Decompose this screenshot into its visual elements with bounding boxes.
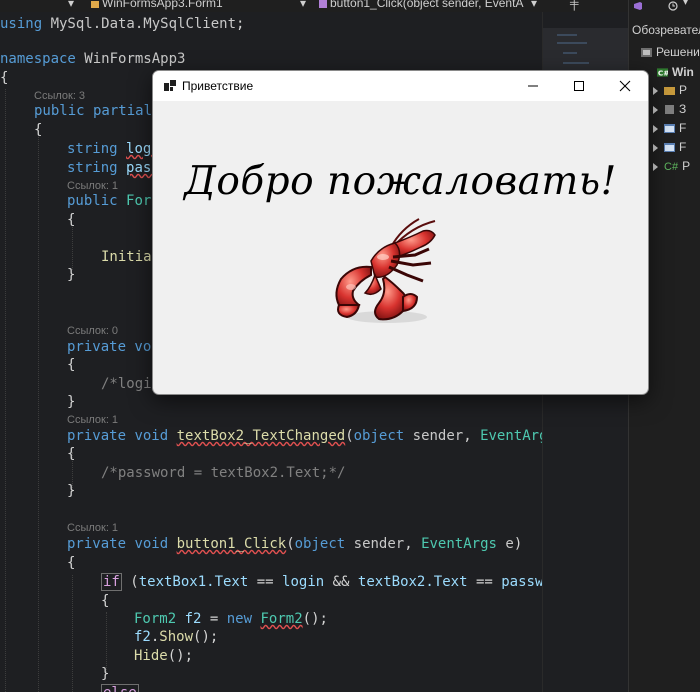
- code-line-field-pass: string pass: [67, 160, 160, 176]
- form-icon: [664, 124, 675, 134]
- member-label: button1_Click(object sender, EventA: [330, 0, 524, 10]
- class-dropdown-chevron[interactable]: ▾: [68, 0, 74, 10]
- indent-guide: [5, 89, 7, 692]
- history-icon[interactable]: [668, 1, 678, 11]
- code-line-hide: Hide();: [134, 648, 194, 664]
- code-line-show: f2.Show();: [134, 629, 219, 645]
- greeting-label: Добро пожаловать!: [184, 159, 617, 204]
- class-dropdown[interactable]: WinFormsApp3.Form1: [90, 0, 223, 10]
- member-dropdown[interactable]: button1_Click(object sender, EventA: [318, 0, 523, 10]
- csharp-file-icon: C#: [664, 161, 679, 173]
- indent-guide: [72, 575, 74, 692]
- close-button[interactable]: [602, 71, 648, 101]
- maximize-icon: [574, 81, 584, 91]
- visual-studio-icon: [634, 2, 642, 10]
- code-line-brace: {: [67, 446, 76, 462]
- codelens-references[interactable]: Ссылок: 0: [67, 324, 118, 338]
- csharp-project-icon: C#: [657, 68, 668, 77]
- code-line-brace: {: [67, 357, 76, 373]
- class-path-label: WinFormsApp3.Form1: [102, 0, 223, 10]
- solution-icon: [641, 48, 652, 58]
- code-line-brace: }: [67, 394, 76, 410]
- expand-icon[interactable]: [653, 86, 658, 95]
- window-titlebar[interactable]: Приветствие: [153, 71, 648, 101]
- indent-guide: [72, 225, 74, 270]
- explorer-node-item[interactable]: З: [653, 100, 686, 118]
- winforms-app-icon: [164, 80, 176, 91]
- code-line-using: using MySql.Data.MySqlClient;: [0, 16, 245, 32]
- code-line-namespace: namespace WinFormsApp3: [0, 51, 186, 67]
- code-line-initialize: Initia: [101, 249, 152, 265]
- indent-guide: [38, 130, 40, 692]
- member-dropdown-chevron-2[interactable]: ▾: [531, 0, 537, 10]
- explorer-node-form[interactable]: F: [653, 119, 686, 137]
- minimize-button[interactable]: [510, 71, 556, 101]
- minimap-line: [557, 34, 577, 36]
- explorer-toolbar: ▾: [631, 0, 699, 12]
- code-line-if: if (textBox1.Text == login && textBox2.T…: [101, 573, 542, 591]
- member-dropdown-chevron[interactable]: ▾: [300, 0, 306, 10]
- minimap-line: [563, 52, 577, 54]
- code-line-comment: /*logi: [101, 376, 152, 392]
- expand-icon[interactable]: [653, 105, 658, 114]
- lobster-image: [335, 218, 436, 323]
- codelens-references[interactable]: Ссылок: 1: [67, 521, 118, 535]
- expand-icon[interactable]: [653, 162, 658, 171]
- explorer-node-form[interactable]: F: [653, 138, 686, 156]
- code-line-brace: {: [67, 555, 76, 571]
- indent-guide: [106, 612, 108, 672]
- explorer-node-program[interactable]: C# Р: [653, 157, 690, 175]
- form-icon: [664, 143, 675, 153]
- codelens-references[interactable]: Ссылок: 1: [67, 413, 118, 427]
- method-icon: [319, 0, 327, 8]
- close-icon: [619, 80, 631, 92]
- window-title: Приветствие: [182, 79, 254, 93]
- greeting-window: Приветствие Добро пожаловать!: [152, 70, 649, 395]
- code-line-brace: {: [34, 122, 43, 138]
- code-line-textchanged: private void textBox2_TextChanged(object…: [67, 428, 542, 444]
- code-line-constructor: public Form: [67, 193, 160, 209]
- explorer-solution-node[interactable]: Решени: [641, 43, 700, 61]
- expand-icon[interactable]: [653, 124, 658, 133]
- code-line-class: public partial: [34, 103, 153, 119]
- history-dropdown-icon[interactable]: ▾: [683, 0, 688, 8]
- minimize-icon: [528, 85, 538, 87]
- code-line-form2-new: Form2 f2 = new Form2();: [134, 611, 328, 627]
- maximize-button[interactable]: [556, 71, 602, 101]
- svg-text:C#: C#: [658, 69, 668, 77]
- code-line-brace: {: [67, 212, 76, 228]
- split-editor-icon[interactable]: ╪: [570, 0, 579, 10]
- editor-navigation-bar: ▾ WinFormsApp3.Form1 ▾ button1_Click(obj…: [0, 0, 628, 12]
- code-line-else: else: [101, 684, 139, 692]
- minimap-line: [563, 62, 589, 64]
- explorer-node-dependencies[interactable]: Р: [653, 81, 687, 99]
- expand-icon[interactable]: [653, 143, 658, 152]
- explorer-title: Обозревател: [632, 23, 700, 37]
- code-line-brace: {: [101, 593, 110, 609]
- class-icon: [91, 0, 99, 8]
- code-line-brace: }: [67, 483, 76, 499]
- dependencies-icon: [664, 87, 675, 96]
- minimap-line: [557, 42, 587, 44]
- codelens-references[interactable]: Ссылок: 3: [34, 89, 85, 103]
- code-line-field-login: string logi: [67, 141, 160, 157]
- code-line-brace: }: [101, 666, 110, 682]
- properties-icon: [665, 105, 674, 115]
- code-line-brace: {: [0, 70, 9, 86]
- code-line-brace: }: [67, 267, 76, 283]
- explorer-project-node[interactable]: C#Win: [657, 63, 694, 81]
- code-line-comment: /*password = textBox2.Text;*/: [101, 465, 346, 481]
- code-line-private-method: private voi: [67, 339, 160, 355]
- codelens-references[interactable]: Ссылок: 1: [67, 179, 118, 193]
- code-line-button-click: private void button1_Click(object sender…: [67, 536, 523, 552]
